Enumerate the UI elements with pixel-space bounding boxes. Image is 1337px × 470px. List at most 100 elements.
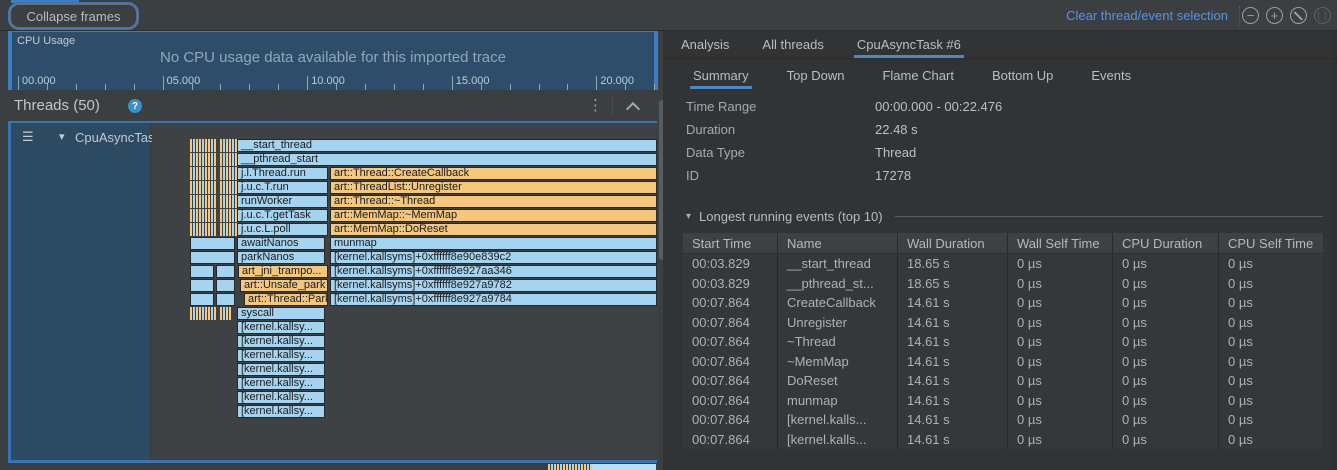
column-header[interactable]: Name bbox=[777, 233, 897, 253]
cpu-usage-panel[interactable]: CPU Usage No CPU usage data available fo… bbox=[8, 31, 658, 90]
flame-stripes[interactable] bbox=[190, 181, 216, 194]
flame-bar[interactable]: art::MemMap::~MemMap bbox=[330, 209, 657, 222]
next-thread-partial-bar[interactable] bbox=[592, 464, 656, 470]
table-row[interactable]: 00:07.864~Thread14.61 s0 µs0 µs0 µs bbox=[683, 332, 1323, 352]
flame-bar[interactable]: [kernel.kallsyms]+0xffffff8e927aa346 bbox=[330, 265, 657, 278]
flame-stripes[interactable] bbox=[220, 209, 237, 222]
flame-bar[interactable] bbox=[216, 265, 235, 278]
flame-bar[interactable]: [kernel.kallsyms]+0xffffff8e90e839c2 bbox=[330, 251, 657, 264]
flame-stripes[interactable] bbox=[190, 167, 216, 180]
flame-bar[interactable]: [kernel.kallsy... bbox=[237, 391, 325, 404]
drag-handle-icon[interactable]: ☰ bbox=[22, 129, 34, 145]
flame-stripes[interactable] bbox=[190, 195, 216, 208]
flame-bar[interactable] bbox=[190, 265, 214, 278]
flame-bar[interactable]: [kernel.kallsyms]+0xffffff8e927a9782 bbox=[330, 279, 657, 292]
thread-callstack-chart[interactable]: __start_thread__pthread_startj.l.Thread.… bbox=[152, 123, 658, 460]
flame-bar[interactable]: [kernel.kallsy... bbox=[237, 321, 325, 334]
table-row[interactable]: 00:03.829__pthread_st...18.65 s0 µs0 µs0… bbox=[683, 274, 1323, 294]
flame-bar[interactable]: j.u.c.T.getTask bbox=[237, 209, 328, 222]
flame-bar[interactable] bbox=[190, 237, 235, 250]
flame-stripes[interactable] bbox=[220, 153, 237, 166]
flame-bar[interactable]: syscall bbox=[237, 307, 325, 320]
flame-bar[interactable] bbox=[190, 279, 214, 292]
table-row[interactable]: 00:07.864CreateCallback14.61 s0 µs0 µs0 … bbox=[683, 293, 1323, 313]
subtab-summary[interactable]: Summary bbox=[690, 62, 752, 89]
flame-bar[interactable]: parkNanos bbox=[237, 251, 325, 264]
timeline-tick bbox=[596, 76, 597, 90]
flame-bar[interactable] bbox=[190, 293, 214, 306]
column-header[interactable]: CPU Self Time bbox=[1218, 233, 1323, 253]
flame-bar[interactable]: awaitNanos bbox=[237, 237, 325, 250]
flame-bar[interactable]: [kernel.kallsy... bbox=[237, 363, 325, 376]
flame-bar[interactable]: runWorker bbox=[237, 195, 328, 208]
table-row[interactable]: 00:07.864munmap14.61 s0 µs0 µs0 µs bbox=[683, 391, 1323, 411]
flame-bar[interactable]: j.l.Thread.run bbox=[237, 167, 328, 180]
section-collapse-icon[interactable]: ▾ bbox=[686, 211, 691, 222]
tab-all-threads[interactable]: All threads bbox=[759, 31, 826, 58]
flame-stripes[interactable] bbox=[190, 209, 216, 222]
flame-bar[interactable]: [kernel.kallsy... bbox=[237, 405, 325, 418]
table-row[interactable]: 00:07.864Unregister14.61 s0 µs0 µs0 µs bbox=[683, 313, 1323, 333]
column-header[interactable]: CPU Duration bbox=[1112, 233, 1218, 253]
column-header[interactable]: Wall Self Time bbox=[1007, 233, 1112, 253]
next-thread-partial-stripes[interactable] bbox=[548, 464, 592, 470]
thread-expand-icon[interactable]: ▾ bbox=[59, 130, 65, 143]
flame-bar[interactable]: art::ThreadList::Unregister bbox=[330, 181, 657, 194]
flame-bar[interactable] bbox=[216, 279, 235, 292]
flame-stripes[interactable] bbox=[190, 139, 216, 152]
table-row[interactable]: 00:07.864DoReset14.61 s0 µs0 µs0 µs bbox=[683, 371, 1323, 391]
subtab-events[interactable]: Events bbox=[1088, 62, 1134, 89]
subtab-top-down[interactable]: Top Down bbox=[784, 62, 848, 89]
flame-bar[interactable]: art::Thread::CreateCallback bbox=[330, 167, 657, 180]
flame-bar[interactable] bbox=[190, 251, 235, 264]
flame-stripes[interactable] bbox=[190, 223, 216, 236]
tab-analysis[interactable]: Analysis bbox=[678, 31, 732, 58]
toolbar-separator bbox=[1239, 6, 1240, 26]
flame-stripes[interactable] bbox=[220, 307, 232, 320]
flame-stripes[interactable] bbox=[220, 195, 237, 208]
column-header[interactable]: Start Time bbox=[683, 233, 777, 253]
flame-stripes[interactable] bbox=[220, 223, 237, 236]
flame-stripes[interactable] bbox=[220, 139, 237, 152]
table-row[interactable]: 00:07.864[kernel.kalls...14.61 s0 µs0 µs… bbox=[683, 410, 1323, 430]
table-cell: 14.61 s bbox=[897, 352, 1007, 372]
reset-zoom-icon[interactable] bbox=[1290, 7, 1307, 24]
flame-bar[interactable]: art::Thread::~Thread bbox=[330, 195, 657, 208]
flame-bar[interactable]: munmap bbox=[330, 237, 657, 250]
flame-bar[interactable]: [kernel.kallsy... bbox=[237, 335, 325, 348]
flame-bar[interactable]: art::Unsafe_park bbox=[240, 279, 328, 292]
flame-stripes[interactable] bbox=[220, 181, 237, 194]
collapse-panel-icon[interactable] bbox=[624, 100, 642, 114]
thread-track-header[interactable]: ☰ ▾ CpuAsyncTask #6 bbox=[11, 123, 150, 460]
help-icon[interactable]: ? bbox=[128, 99, 142, 113]
zoom-in-icon[interactable]: + bbox=[1266, 7, 1283, 24]
subtab-bottom-up[interactable]: Bottom Up bbox=[989, 62, 1056, 89]
timeline-ruler[interactable]: 00.00005.00010.00015.00020.000 bbox=[12, 69, 654, 90]
table-cell: 14.61 s bbox=[897, 430, 1007, 450]
flame-bar[interactable]: [kernel.kallsy... bbox=[237, 377, 325, 390]
more-options-icon[interactable]: ⋮ bbox=[588, 96, 603, 114]
flame-stripes[interactable] bbox=[190, 153, 216, 166]
table-row[interactable]: 00:07.864[kernel.kalls...14.61 s0 µs0 µs… bbox=[683, 430, 1323, 450]
table-row[interactable]: 00:03.829__start_thread18.65 s0 µs0 µs0 … bbox=[683, 254, 1323, 274]
flame-bar[interactable]: art_jni_trampo... bbox=[238, 265, 328, 278]
flame-bar[interactable]: __start_thread bbox=[237, 139, 657, 152]
collapse-frames-button[interactable]: Collapse frames bbox=[10, 4, 137, 28]
flame-bar[interactable] bbox=[216, 293, 235, 306]
flame-bar[interactable]: art::MemMap::DoReset bbox=[330, 223, 657, 236]
flame-bar[interactable]: j.u.c.L.poll bbox=[237, 223, 328, 236]
subtab-flame-chart[interactable]: Flame Chart bbox=[879, 62, 957, 89]
zoom-out-icon[interactable]: − bbox=[1242, 7, 1259, 24]
column-header[interactable]: Wall Duration bbox=[897, 233, 1007, 253]
clear-selection-link[interactable]: Clear thread/event selection bbox=[1066, 8, 1228, 23]
flame-stripes[interactable] bbox=[190, 307, 216, 320]
flame-bar[interactable]: art::Thread::Park bbox=[244, 293, 328, 306]
flame-bar[interactable]: __pthread_start bbox=[237, 153, 657, 166]
flame-bar[interactable]: [kernel.kallsy... bbox=[237, 349, 325, 362]
flame-stripes[interactable] bbox=[220, 167, 237, 180]
flame-bar[interactable]: j.u.c.T.run bbox=[237, 181, 328, 194]
table-row[interactable]: 00:07.864~MemMap14.61 s0 µs0 µs0 µs bbox=[683, 352, 1323, 372]
tab-cpuasynctask-6[interactable]: CpuAsyncTask #6 bbox=[854, 31, 964, 58]
summary-field-row: Duration22.48 s bbox=[686, 118, 1002, 141]
flame-bar[interactable]: [kernel.kallsyms]+0xffffff8e927a9784 bbox=[330, 293, 657, 306]
